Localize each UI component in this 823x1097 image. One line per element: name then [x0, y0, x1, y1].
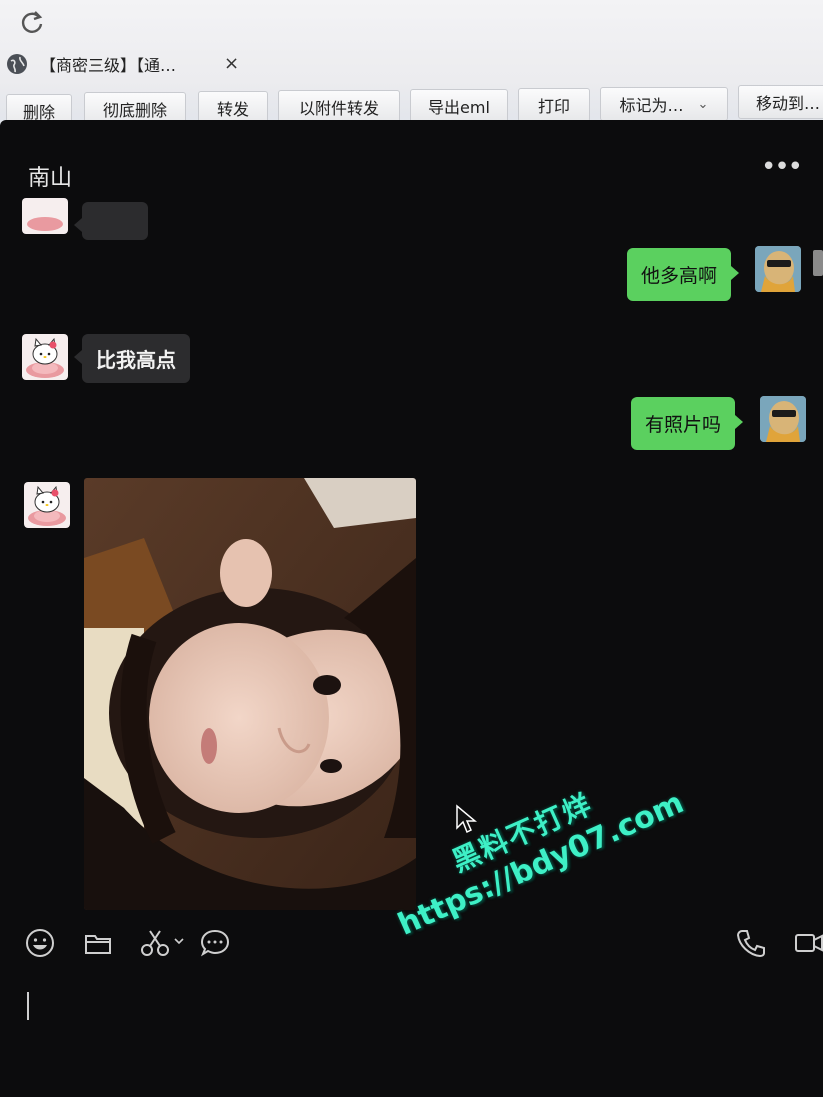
export-eml-button[interactable]: 导出eml [410, 89, 508, 123]
more-dots-icon[interactable]: ••• [761, 152, 803, 182]
reload-icon[interactable] [18, 8, 46, 36]
video-call-icon[interactable] [794, 928, 823, 958]
user-avatar[interactable] [760, 396, 806, 442]
message-text: 比我高点 [96, 348, 176, 372]
emoji-icon[interactable] [25, 928, 55, 958]
move-to-button[interactable]: 移动到… [738, 85, 823, 119]
message-text: 他多高啊 [641, 265, 718, 287]
message-bubble-incoming[interactable]: 比我高点 [74, 334, 190, 383]
text-input-caret[interactable] [27, 992, 29, 1020]
globe-icon [7, 54, 27, 74]
print-button[interactable]: 打印 [518, 88, 590, 122]
message-bubble-outgoing[interactable]: 有照片吗 [631, 397, 744, 450]
hello-kitty-avatar[interactable] [22, 334, 68, 380]
user-avatar[interactable] [755, 246, 801, 292]
print-label: 打印 [537, 97, 570, 116]
tab-close-icon[interactable]: × [224, 50, 239, 78]
forward-as-attachment-button[interactable]: 以附件转发 [278, 90, 400, 124]
tab-title: 【商密三级】【通… [40, 56, 177, 75]
photo-message[interactable] [84, 478, 416, 910]
forward-label: 转发 [216, 100, 249, 119]
mark-as-dropdown[interactable]: 标记为… ⌄ [600, 87, 728, 121]
chat-bubble-icon[interactable] [199, 928, 231, 958]
message-text: 有照片吗 [645, 414, 722, 436]
message-bubble-outgoing[interactable]: 他多高啊 [627, 248, 740, 301]
phone-icon[interactable] [736, 928, 766, 958]
browser-top-bar: 【商密三级】【通… × 删除 彻底删除 转发 以附件转发 导出eml 打印 标记… [0, 0, 823, 135]
folder-icon[interactable] [83, 928, 113, 958]
browser-tab[interactable]: 【商密三级】【通… × [6, 50, 251, 78]
delete-permanently-label: 彻底删除 [102, 101, 167, 120]
mouse-pointer-icon [456, 804, 477, 834]
hello-kitty-avatar[interactable] [24, 482, 70, 528]
message-bubble-incoming[interactable] [74, 202, 148, 240]
chat-title: 南山 [28, 166, 73, 191]
scissors-icon[interactable] [140, 928, 188, 958]
mark-as-label: 标记为… [619, 96, 684, 115]
export-eml-label: 导出eml [428, 98, 490, 117]
side-scroll-tab [813, 250, 823, 276]
move-to-label: 移动到… [755, 94, 820, 113]
chevron-down-icon: ⌄ [697, 96, 709, 112]
forward-as-attachment-label: 以附件转发 [298, 99, 379, 118]
hello-kitty-avatar[interactable] [22, 198, 68, 234]
